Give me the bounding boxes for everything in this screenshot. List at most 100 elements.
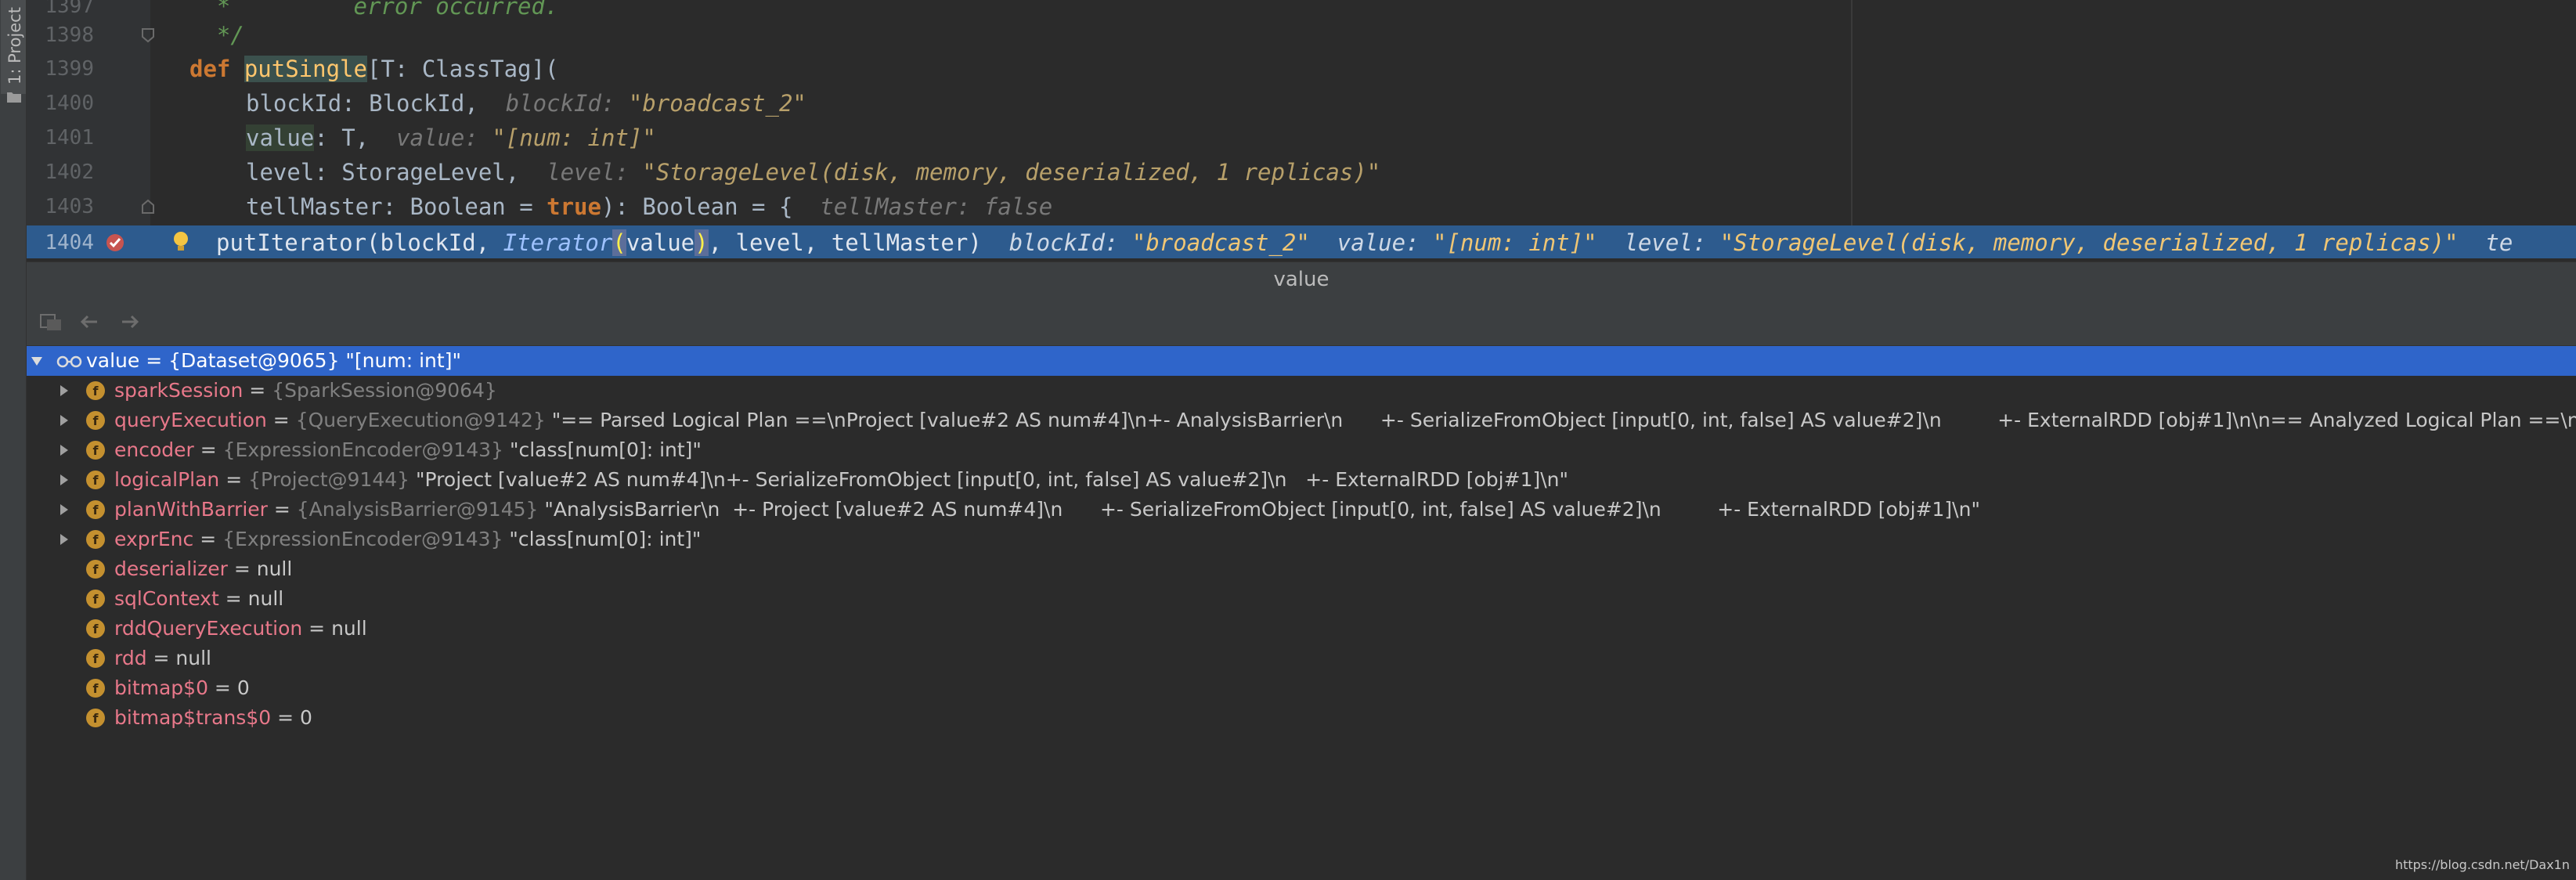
code-text: level: StorageLevel, level: "StorageLeve…	[246, 155, 1380, 189]
type-params: [T: ClassTag](	[366, 56, 559, 82]
variable-row[interactable]: f exprEnc = {ExpressionEncoder@9143} "cla…	[27, 525, 2576, 554]
field-name: rddQueryExecution	[114, 617, 303, 640]
line-number: 1404	[45, 231, 94, 254]
watermark-text: https://blog.csdn.net/Dax1n	[2394, 857, 2570, 872]
collapsed-arrow-icon[interactable]	[56, 532, 70, 547]
arg-value: value	[626, 229, 695, 256]
inline-hint-label: value:	[396, 124, 478, 151]
field-name: logicalPlan	[114, 468, 220, 491]
variable-row[interactable]: f sparkSession = {SparkSession@9064}	[27, 376, 2576, 406]
variable-row[interactable]: f deserializer = null	[27, 554, 2576, 584]
svg-text:f: f	[93, 532, 99, 547]
iterator-call: Iterator	[503, 229, 613, 256]
code-line[interactable]: 1403 tellMaster: Boolean = true): Boolea…	[27, 189, 2576, 224]
field-name: queryExecution	[114, 409, 267, 431]
svg-text:f: f	[93, 503, 99, 518]
line-number: 1403	[45, 195, 94, 218]
variable-row[interactable]: f planWithBarrier = {AnalysisBarrier@9145…	[27, 495, 2576, 525]
field-icon: f	[86, 709, 105, 727]
line-number: 1402	[45, 160, 94, 184]
inline-hint-value: "broadcast_2"	[1131, 229, 1310, 256]
field-icon: f	[86, 590, 105, 608]
function-name: putSingle	[244, 56, 367, 82]
svg-text:f: f	[93, 443, 99, 458]
collapsed-arrow-icon[interactable]	[56, 413, 70, 428]
tree-root-row[interactable]: value = {Dataset@9065} "[num: int]"	[27, 346, 2576, 376]
inline-hint-label: blockId:	[1008, 229, 1119, 256]
variable-row[interactable]: f bitmap$0 = 0	[27, 673, 2576, 703]
forward-arrow-icon[interactable]	[116, 308, 143, 335]
field-icon: f	[86, 500, 105, 519]
field-value: "AnalysisBarrier\n +- Project [value#2 A…	[538, 498, 1980, 521]
field-name: rdd	[114, 647, 147, 669]
field-value: null	[247, 587, 284, 610]
field-value: null	[175, 647, 212, 669]
variable-entry-text: rdd = null	[114, 644, 211, 673]
object-ref: {SparkSession@9064}	[272, 379, 497, 402]
variable-row[interactable]: f encoder = {ExpressionEncoder@9143} "cla…	[27, 435, 2576, 465]
field-icon: f	[86, 679, 105, 698]
inline-hint-value: "broadcast_2"	[628, 90, 806, 117]
variable-row[interactable]: f rdd = null	[27, 644, 2576, 673]
field-value: "class[num[0]: int]"	[503, 438, 702, 461]
field-icon: f	[86, 471, 105, 489]
collapsed-arrow-icon[interactable]	[56, 383, 70, 399]
variable-row[interactable]: f rddQueryExecution = null	[27, 614, 2576, 644]
collapsed-arrow-icon[interactable]	[56, 472, 70, 488]
root-object-ref: {Dataset@9065}	[168, 349, 340, 372]
field-value: "class[num[0]: int]"	[503, 528, 702, 550]
lightbulb-icon[interactable]	[172, 230, 189, 254]
svg-text:f: f	[93, 562, 99, 577]
frames-icon[interactable]	[38, 308, 64, 335]
expanded-arrow-icon[interactable]	[30, 353, 44, 369]
debugger-toolbar	[27, 296, 2576, 346]
back-arrow-icon[interactable]	[77, 308, 103, 335]
object-ref: {AnalysisBarrier@9145}	[296, 498, 539, 521]
code-line[interactable]: 1398 */	[27, 18, 2576, 52]
svg-text:f: f	[93, 384, 99, 399]
svg-text:f: f	[93, 711, 99, 726]
variables-tree[interactable]: value = {Dataset@9065} "[num: int]" f spa…	[27, 346, 2576, 880]
variable-row[interactable]: f queryExecution = {QueryExecution@9142} …	[27, 406, 2576, 435]
inline-hint-label: level:	[1624, 229, 1707, 256]
inline-hint-label: te	[2485, 229, 2513, 256]
field-icon: f	[86, 411, 105, 430]
fold-marker-icon[interactable]	[141, 27, 155, 43]
root-value: "[num: int]"	[339, 349, 461, 372]
svg-text:f: f	[93, 413, 99, 428]
equals-sign: =	[302, 617, 332, 640]
field-value: "== Parsed Logical Plan ==\nProject [val…	[545, 409, 2576, 431]
equals-sign: =	[218, 587, 248, 610]
fold-marker-icon[interactable]	[141, 199, 155, 215]
inline-hint-label: tellMaster:	[820, 193, 971, 220]
field-icon: f	[86, 441, 105, 460]
code-text: */	[189, 22, 244, 49]
variable-row[interactable]: f bitmap$trans$0 = 0	[27, 703, 2576, 733]
inline-hint-value: "StorageLevel(disk, memory, deserialized…	[642, 159, 1381, 186]
code-text: def putSingle[T: ClassTag](	[189, 52, 558, 86]
code-text: tellMaster: Boolean = true): Boolean = {…	[246, 189, 1052, 224]
equals-sign: =	[243, 379, 272, 402]
variable-row[interactable]: f logicalPlan = {Project@9144} "Project […	[27, 465, 2576, 495]
object-ref: {QueryExecution@9142}	[295, 409, 546, 431]
paren-open: (	[612, 229, 626, 256]
variable-row[interactable]: f sqlContext = null	[27, 584, 2576, 614]
folder-icon	[7, 92, 21, 103]
breakpoint-icon[interactable]	[105, 233, 125, 253]
param-name: tellMaster	[246, 193, 383, 220]
object-ref: {ExpressionEncoder@9143}	[222, 528, 503, 550]
code-line[interactable]: 1402 level: StorageLevel, level: "Storag…	[27, 155, 2576, 189]
equals-sign: =	[227, 557, 257, 580]
collapsed-arrow-icon[interactable]	[56, 442, 70, 458]
current-execution-line[interactable]: 1404 putIterator(blockId, Iterator(value…	[27, 225, 2576, 258]
code-editor[interactable]: 1397 * error occurred. 1398 */ 1399 def …	[27, 0, 2576, 258]
root-var-name: value	[86, 349, 140, 372]
code-line[interactable]: 1399 def putSingle[T: ClassTag](	[27, 52, 2576, 86]
collapsed-arrow-icon[interactable]	[56, 502, 70, 518]
code-line[interactable]: 1400 blockId: BlockId, blockId: "broadca…	[27, 86, 2576, 121]
field-name: exprEnc	[114, 528, 194, 550]
code-line[interactable]: 1401 value: T, value: "[num: int]"	[27, 121, 2576, 155]
debugger-popup-title: value	[27, 261, 2576, 296]
project-tool-tab[interactable]: 1: Project	[1, 0, 26, 94]
variable-entry-text: logicalPlan = {Project@9144} "Project [v…	[114, 465, 1568, 495]
